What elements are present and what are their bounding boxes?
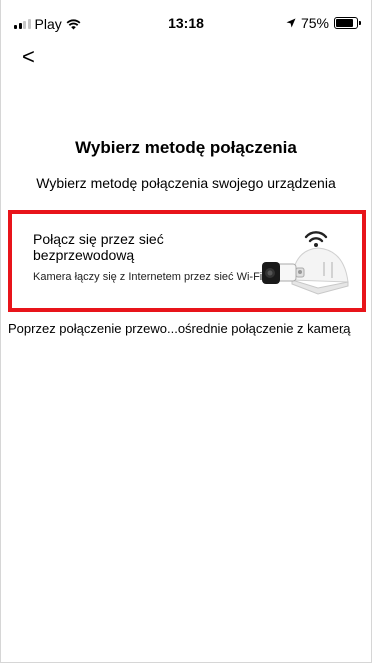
status-right: 75% bbox=[286, 15, 361, 31]
location-arrow-icon bbox=[286, 18, 296, 28]
wired-connection-option[interactable]: Poprzez połączenie przewo...ośrednie poł… bbox=[8, 321, 370, 336]
camera-router-illustration bbox=[262, 231, 349, 295]
status-bar: Play 13:18 75% bbox=[0, 0, 372, 40]
page-subtitle: Wybierz metodę połączenia swojego urządz… bbox=[36, 175, 336, 191]
chevron-left-icon: < bbox=[22, 44, 35, 69]
wireless-connection-option[interactable]: Połącz się przez sieć bezprzewodową Kame… bbox=[8, 210, 366, 312]
back-button[interactable]: < bbox=[22, 44, 48, 70]
wireless-option-title: Połącz się przez sieć bezprzewodową bbox=[33, 231, 164, 263]
battery-icon bbox=[334, 17, 361, 29]
battery-percent: 75% bbox=[300, 15, 329, 31]
chevron-down-icon[interactable]: ⌄ bbox=[338, 324, 347, 337]
wireless-option-description: Kamera łączy się z Internetem przez sieć… bbox=[33, 271, 263, 283]
page-title: Wybierz metodę połączenia bbox=[75, 138, 297, 157]
